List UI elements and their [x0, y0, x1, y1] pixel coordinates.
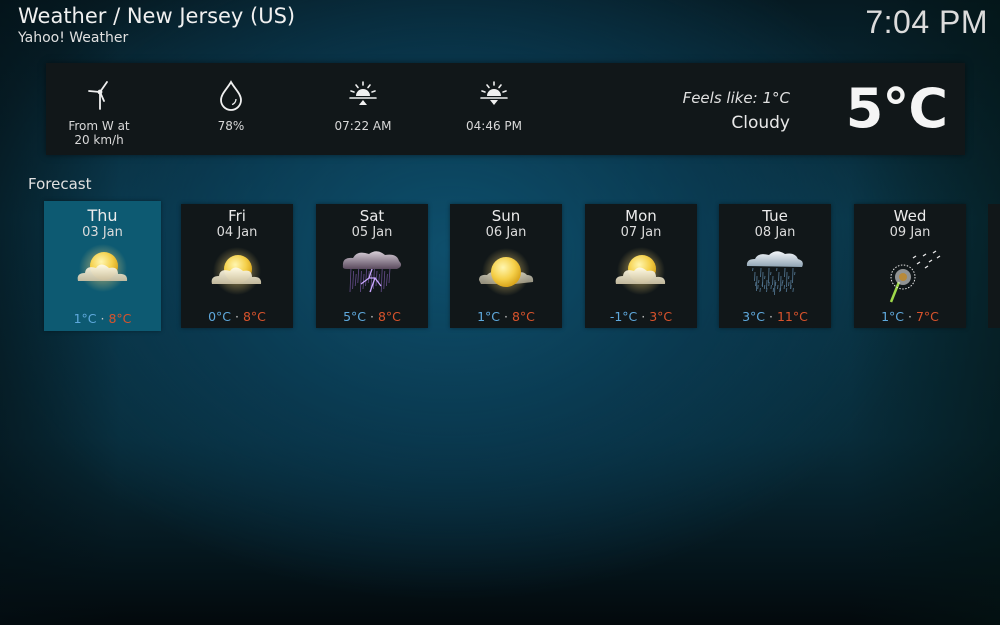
forecast-temps: 0°C · 8°C — [181, 309, 293, 324]
low-temp: -1°C — [609, 309, 638, 324]
sunrise-time: 07:22 AM — [334, 119, 392, 133]
sunset-time: 04:46 PM — [466, 119, 522, 133]
high-temp: 11°C — [776, 309, 808, 324]
forecast-date: 04 Jan — [216, 225, 258, 240]
forecast-temps: -1°C · 3°C — [585, 309, 697, 324]
forecast-day: Wed — [893, 207, 927, 225]
high-temp: 8°C — [242, 309, 266, 324]
forecast-card-thu[interactable]: Thu 03 Jan 1°C · 8°C — [44, 201, 161, 331]
sunrise-icon — [349, 81, 377, 105]
forecast-card-sun[interactable]: Sun 06 Jan 1°C · 8°C — [450, 204, 562, 328]
temp-separator: · — [370, 309, 378, 324]
forecast-temps: 3°C · 11°C — [719, 309, 831, 324]
forecast-date: 08 Jan — [754, 225, 796, 240]
forecast-date: 05 Jan — [351, 225, 393, 240]
wind-turbine-icon — [88, 81, 108, 110]
forecast-temps: 1°C · 8°C — [44, 311, 161, 326]
high-temp: 8°C — [108, 311, 132, 326]
condition-text: Cloudy — [731, 113, 790, 133]
temp-separator: · — [504, 309, 512, 324]
low-temp: 5°C — [343, 309, 367, 324]
current-conditions-panel: From W at 20 km/h 78% 07:22 AM 04:46 PM … — [46, 63, 965, 155]
forecast-temps: 5°C · 8°C — [316, 309, 428, 324]
forecast-temps: 1°C · 8°C — [450, 309, 562, 324]
humidity-value: 78% — [217, 119, 245, 133]
forecast-temps: 1°C · 7°C — [854, 309, 966, 324]
water-drop-icon — [220, 80, 242, 111]
forecast-card-sat[interactable]: Sat 05 Jan 5°C · 8°C — [316, 204, 428, 328]
wind-direction: From W at — [68, 119, 130, 133]
forecast-card-mon[interactable]: Mon 07 Jan -1°C · 3°C — [585, 204, 697, 328]
forecast-day: Thu — [87, 206, 118, 225]
forecast-card-fri[interactable]: Fri 04 Jan 0°C · 8°C — [181, 204, 293, 328]
forecast-date: 09 Jan — [889, 225, 931, 240]
forecast-date: 06 Jan — [485, 225, 527, 240]
forecast-day: Sat — [359, 207, 385, 225]
low-temp: 1°C — [477, 309, 501, 324]
high-temp: 3°C — [649, 309, 673, 324]
temp-separator: · — [769, 309, 777, 324]
current-temperature: 5°C — [845, 77, 948, 140]
page-title: Weather / New Jersey (US) — [18, 4, 296, 28]
temp-separator: · — [235, 309, 243, 324]
forecast-heading: Forecast — [28, 175, 92, 193]
low-temp: 1°C — [73, 311, 97, 326]
forecast-card-wed[interactable]: Wed 09 Jan 1°C · 7°C — [854, 204, 966, 328]
forecast-card-tue[interactable]: Tue 08 Jan 3°C · 11°C — [719, 204, 831, 328]
temp-separator: · — [908, 309, 916, 324]
low-temp: 1°C — [881, 309, 905, 324]
low-temp: 0°C — [208, 309, 232, 324]
forecast-date: 07 Jan — [620, 225, 662, 240]
high-temp: 8°C — [511, 309, 535, 324]
provider-name: Yahoo! Weather — [18, 30, 129, 46]
wind-speed: 20 km/h — [74, 133, 124, 147]
high-temp: 8°C — [377, 309, 401, 324]
clock: 7:04 PM — [865, 4, 988, 40]
forecast-day: Mon — [625, 207, 657, 225]
wind-label: From W at 20 km/h — [34, 119, 164, 147]
feels-like: Feels like: 1°C — [682, 89, 790, 107]
forecast-day: Fri — [228, 207, 246, 225]
forecast-day: Tue — [762, 207, 788, 225]
forecast-card-partial[interactable] — [988, 204, 1000, 328]
high-temp: 7°C — [915, 309, 939, 324]
forecast-day: Sun — [491, 207, 521, 225]
sunset-icon — [480, 81, 508, 105]
forecast-date: 03 Jan — [82, 225, 123, 240]
low-temp: 3°C — [742, 309, 766, 324]
